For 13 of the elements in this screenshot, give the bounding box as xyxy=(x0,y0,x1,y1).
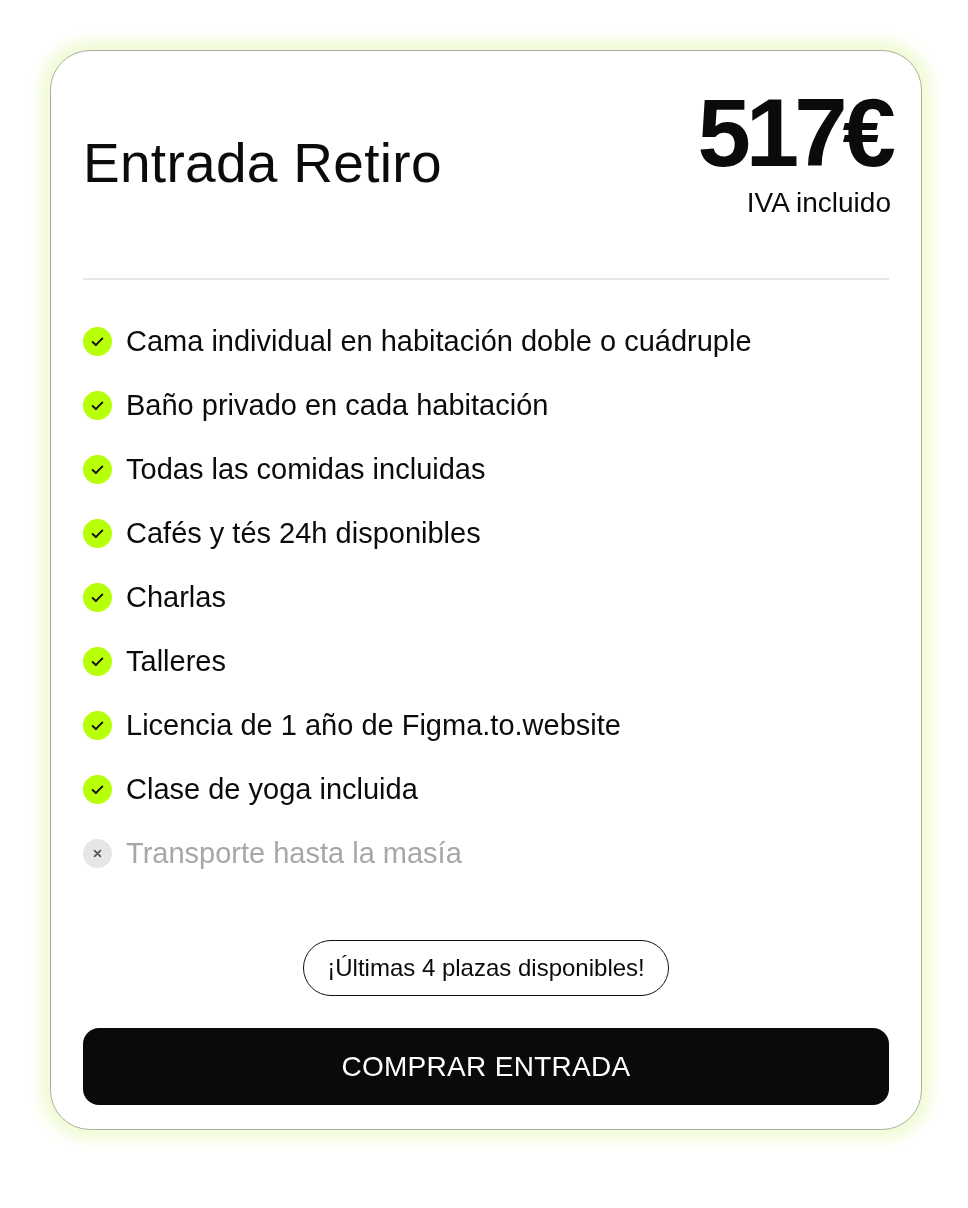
feature-label: Licencia de 1 año de Figma.to.website xyxy=(126,708,621,742)
feature-label: Talleres xyxy=(126,644,226,678)
price: 517€ xyxy=(697,83,891,183)
feature-label: Transporte hasta la masía xyxy=(126,836,462,870)
feature-label: Baño privado en cada habitación xyxy=(126,388,549,422)
price-note: IVA incluido xyxy=(746,187,891,219)
buy-button[interactable]: COMPRAR ENTRADA xyxy=(83,1028,889,1105)
feature-label: Todas las comidas incluidas xyxy=(126,452,486,486)
card-title: Entrada Retiro xyxy=(83,131,442,195)
feature-label: Clase de yoga incluida xyxy=(126,772,418,806)
feature-label: Cama individual en habitación doble o cuádruple xyxy=(126,324,752,358)
feature-label: Charlas xyxy=(126,580,226,614)
feature-label: Cafés y tés 24h disponibles xyxy=(126,516,481,550)
